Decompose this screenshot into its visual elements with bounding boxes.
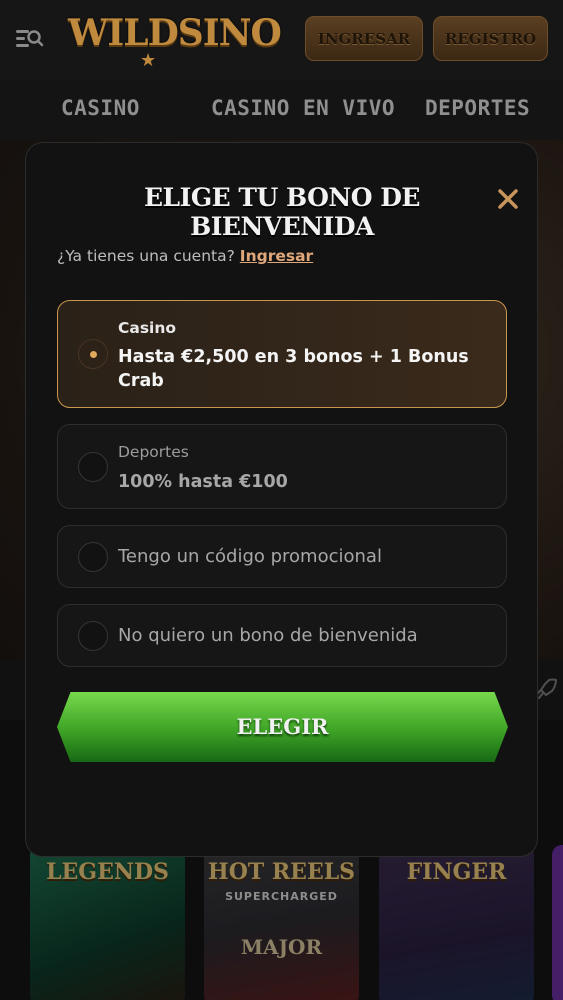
menu-search-icon[interactable] [14,26,44,52]
bonus-option-sports[interactable]: Deportes 100% hasta €100 [57,424,507,509]
logo[interactable]: WILDSINO ★ [68,10,282,71]
option-text: No quiero un bono de bienvenida [118,625,418,646]
nav-item-casino[interactable]: CASINO [61,96,140,120]
login-button[interactable]: INGRESAR [305,16,423,61]
welcome-bonus-modal: ELIGE TU BONO DE BIENVENIDA ¿Ya tienes u… [25,142,538,857]
account-prompt-line: ¿Ya tienes una cuenta? Ingresar [57,247,313,265]
nav-item-sports[interactable]: DEPORTES [425,96,530,120]
star-icon: ★ [140,50,157,71]
modal-title: ELIGE TU BONO DE BIENVENIDA [144,183,420,241]
main-nav: CASINO CASINO EN VIVO DEPORTES [0,80,563,140]
top-bar: WILDSINO ★ INGRESAR REGISTRO [0,0,563,80]
bonus-option-promo-code[interactable]: Tengo un código promocional [57,525,507,588]
choose-button-label: ELEGIR [236,714,329,739]
option-text: Tengo un código promocional [118,546,382,567]
option-category: Casino [118,319,177,337]
radio-button[interactable] [78,542,108,572]
account-prompt: ¿Ya tienes una cuenta? [57,247,235,265]
register-button[interactable]: REGISTRO [433,16,548,61]
radio-button[interactable] [78,621,108,651]
bonus-option-no-bonus[interactable]: No quiero un bono de bienvenida [57,604,507,667]
bonus-option-casino[interactable]: Casino Hasta €2,500 en 3 bonos + 1 Bonus… [57,300,507,408]
logo-text: WILDSINO [68,12,282,54]
option-text: 100% hasta €100 [118,472,288,492]
choose-button[interactable]: ELEGIR [57,692,508,762]
nav-item-live-casino[interactable]: CASINO EN VIVO [211,96,395,120]
option-category: Deportes [118,443,189,461]
option-text: Hasta €2,500 en 3 bonos + 1 Bonus Crab [118,347,469,391]
close-icon[interactable] [496,187,520,211]
radio-button[interactable] [78,452,108,482]
radio-button[interactable] [78,339,108,369]
login-link[interactable]: Ingresar [240,247,313,265]
